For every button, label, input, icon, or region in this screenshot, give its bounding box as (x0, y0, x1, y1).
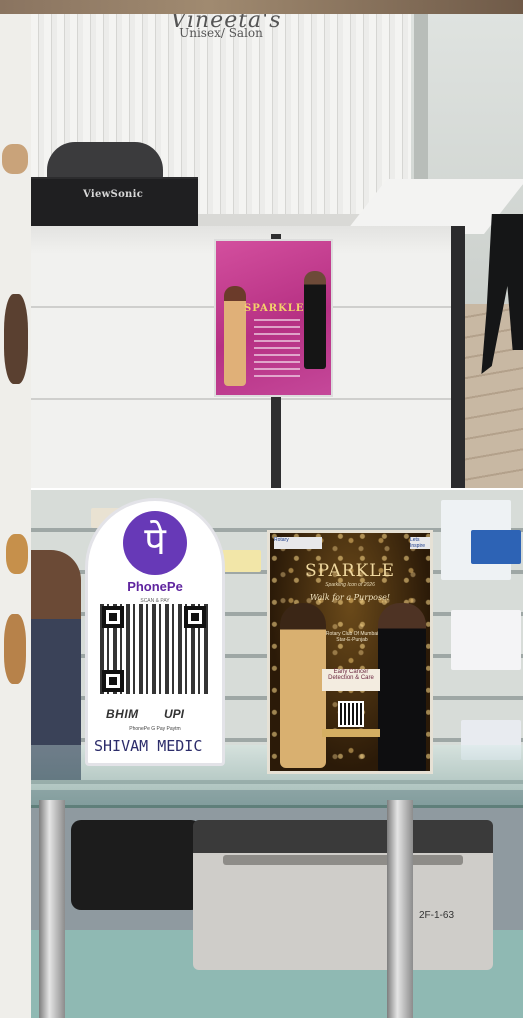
poster-man-figure (304, 271, 326, 369)
gold-dress-woman (280, 603, 326, 768)
upi-logo: UPI (164, 707, 185, 721)
handwritten-shop-name: SHIVAM MEDIC (94, 737, 203, 755)
desk-edge (451, 226, 465, 488)
sparkle-title: SPARKLE (305, 561, 395, 581)
qr-code (100, 604, 208, 694)
pharmacy-counter-photo: 2F-1-63 पे PhonePe SCAN & PAY BHIM UPI P… (31, 490, 523, 1018)
card-machine (71, 820, 201, 910)
tuxedo-man (378, 603, 426, 771)
sponsor-badge-left: Rotary (274, 537, 322, 549)
qr-finder (102, 670, 124, 692)
desk-panel-line (31, 398, 451, 400)
phonepe-brand: PhonePe (127, 579, 183, 594)
sponsor-badge-right: Lets Inspire (410, 537, 430, 549)
salon-reception-photo: Vineeta's Unisex/ Salon ViewSonic SPARKL… (31, 14, 523, 488)
event-poster-pink: SPARKLE (214, 239, 333, 397)
shelf-leg (39, 800, 65, 1018)
phonepe-qr-stand: पे PhonePe SCAN & PAY BHIM UPI PhonePe G… (85, 498, 225, 766)
medicine-box (471, 530, 521, 564)
poster-text-lines (254, 319, 300, 379)
sparkle-qr-code (338, 701, 364, 727)
cancer-detection-banner: Early Cancer Detection & Care (322, 669, 380, 691)
printer-machine: 2F-1-63 (193, 820, 493, 970)
bhim-logo: BHIM (106, 707, 139, 721)
printer-slot (223, 855, 463, 865)
medicine-box (451, 610, 521, 670)
monitor-brand: ViewSonic (83, 189, 144, 200)
sparkle-tagline: Walk for a Purpose! (309, 593, 391, 602)
medicine-box (221, 550, 261, 572)
adjacent-photo-edge (0, 14, 31, 1018)
salon-sign-subtitle: Unisex/ Salon (179, 26, 263, 40)
qr-finder (102, 606, 124, 628)
machine-tag: 2F-1-63 (419, 910, 455, 921)
phonepe-logo-icon: पे (123, 511, 187, 575)
top-photo-edge (0, 0, 523, 14)
shelf-leg (387, 800, 413, 1018)
event-date-strip (322, 729, 380, 737)
poster-title: SPARKLE (244, 303, 305, 314)
payment-apps-row: PhonePe G Pay Paytm (129, 726, 181, 732)
rotary-club-text: Rotary Club Of Mumbai Star-E-Punjab (325, 631, 379, 643)
qr-finder (184, 606, 206, 628)
poster-woman-figure (224, 286, 246, 386)
sparkle-event-stand: Rotary Lets Inspire SPARKLE Sparkling Ic… (267, 530, 433, 774)
office-chair (47, 142, 163, 182)
sparkle-subtitle: Sparkling Icon of 2026 (325, 582, 375, 588)
